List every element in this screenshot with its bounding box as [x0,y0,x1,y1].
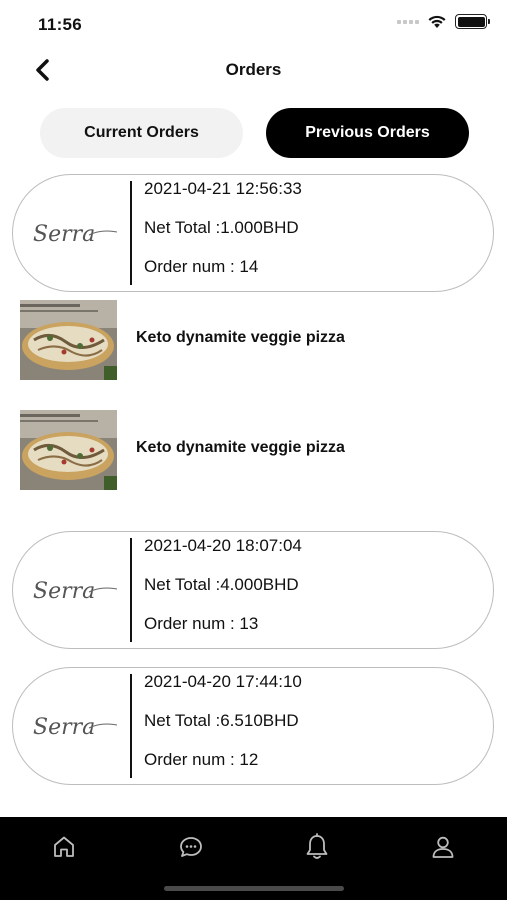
order-number: Order num : 14 [144,257,259,276]
status-icons [397,14,490,29]
profile-icon [432,836,454,858]
bottom-nav-bar [0,817,507,900]
status-bar: 11:56 [0,0,507,48]
nav-profile-button[interactable] [423,827,463,867]
order-card[interactable]: Serra 2021-04-20 17:44:10 Net Total :6.5… [12,667,494,785]
status-time: 11:56 [38,15,83,34]
order-date: 2021-04-21 12:56:33 [144,179,302,198]
order-card[interactable]: Serra 2021-04-21 12:56:33 Net Total :1.0… [12,174,494,292]
order-net-total: Net Total :6.510BHD [144,711,299,730]
list-item[interactable]: Keto dynamite veggie pizza [20,300,490,380]
order-number: Order num : 12 [144,750,259,769]
pizza-thumbnail-image [20,300,117,380]
page-title: Orders [225,60,282,79]
tab-previous-orders[interactable]: Previous Orders [266,108,469,158]
header: Orders [0,48,507,92]
chat-icon [180,837,202,857]
order-date: 2021-04-20 18:07:04 [144,536,302,555]
home-icon [54,836,74,857]
order-tabs: Current Orders Previous Orders [40,108,470,158]
svg-text:Serra: Serra [33,222,95,247]
home-indicator[interactable] [164,886,344,891]
pizza-thumbnail-image [20,410,117,490]
serra-logo: Serra [33,715,118,740]
serra-logo: Serra [33,222,118,247]
card-divider [130,538,132,642]
card-divider [130,181,132,285]
order-net-total: Net Total :4.000BHD [144,575,299,594]
nav-notifications-button[interactable] [297,827,337,867]
nav-chat-button[interactable] [171,827,211,867]
battery-icon [455,14,490,29]
svg-text:Serra: Serra [33,715,95,740]
tab-current-orders[interactable]: Current Orders [40,108,243,158]
item-name: Keto dynamite veggie pizza [136,329,345,346]
order-number: Order num : 13 [144,614,259,633]
wifi-icon [428,15,446,28]
serra-logo: Serra [33,579,118,604]
list-item[interactable]: Keto dynamite veggie pizza [20,410,490,490]
order-net-total: Net Total :1.000BHD [144,218,299,237]
order-card[interactable]: Serra 2021-04-20 18:07:04 Net Total :4.0… [12,531,494,649]
svg-text:Serra: Serra [33,579,95,604]
item-name: Keto dynamite veggie pizza [136,439,345,456]
card-divider [130,674,132,778]
order-date: 2021-04-20 17:44:10 [144,672,302,691]
cellular-signal-icon [397,19,419,24]
bell-icon [306,833,328,859]
nav-home-button[interactable] [44,827,84,867]
